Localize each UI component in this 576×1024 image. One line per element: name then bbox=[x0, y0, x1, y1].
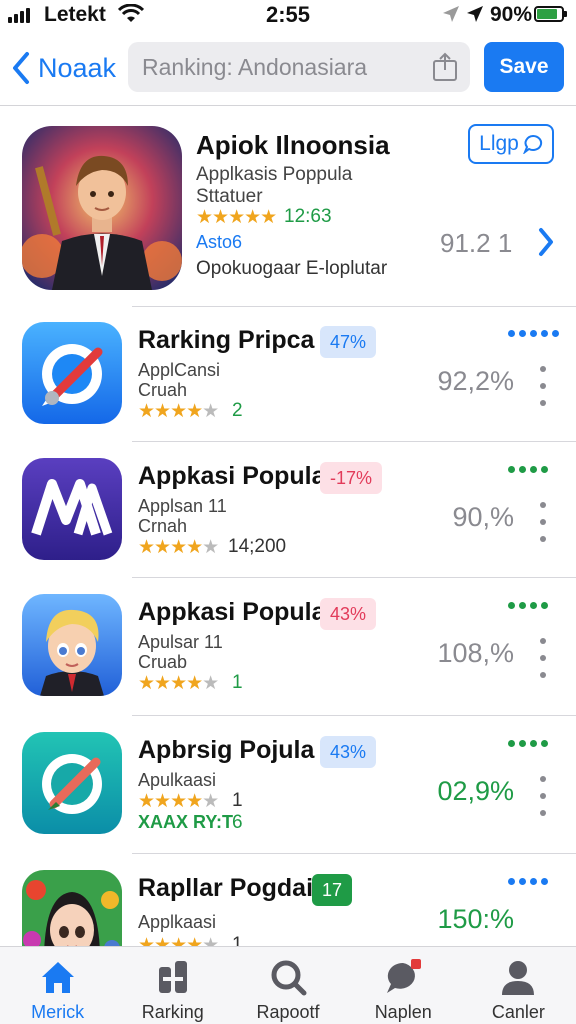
app-title: Appkasi Popula bbox=[138, 462, 326, 490]
back-label: Noaak bbox=[38, 52, 117, 83]
tab-label: Canler bbox=[491, 1002, 545, 1022]
login-label: Llgp bbox=[479, 132, 519, 155]
app-percentage: 92,2% bbox=[437, 366, 514, 396]
app-percentage: 02,9% bbox=[437, 776, 514, 806]
back-button[interactable]: Noaak bbox=[10, 50, 116, 86]
app-developer: Cruah bbox=[138, 380, 188, 400]
login-button[interactable]: Llgp bbox=[468, 124, 554, 164]
chat-bubble-icon bbox=[522, 134, 542, 154]
chat-icon bbox=[387, 959, 422, 993]
status-bar: Letekt 2:55 90% bbox=[0, 0, 576, 30]
home-icon bbox=[41, 962, 74, 993]
tab-search[interactable]: Rapootf bbox=[230, 947, 345, 1024]
search-text: Ranking: Andonasiara bbox=[142, 54, 368, 80]
app-title: Apbrsig Pojula bbox=[138, 736, 315, 764]
app-title: Rapllar Pogdain bbox=[138, 874, 329, 902]
tab-messages[interactable]: Naplen bbox=[346, 947, 461, 1024]
app-title: Appkasi Popula bbox=[138, 598, 326, 626]
extra-count: 6 bbox=[232, 812, 243, 833]
app-icon-letters bbox=[22, 458, 122, 560]
featured-app-description: Opokuogaar E-loplutar bbox=[196, 258, 388, 279]
tab-profile[interactable]: Canler bbox=[461, 947, 576, 1024]
app-icon-chat bbox=[22, 322, 122, 424]
more-options-icon[interactable] bbox=[540, 502, 546, 542]
star-rating: ★★★★★ bbox=[138, 401, 219, 422]
featured-star-rating: ★★★★★ bbox=[196, 207, 277, 228]
status-dots bbox=[508, 740, 548, 747]
featured-app-link[interactable]: Asto6 bbox=[196, 232, 242, 253]
rank-change-badge: 43% bbox=[320, 598, 377, 630]
battery-percentage: 90% bbox=[490, 3, 533, 26]
list-item[interactable]: Appkasi Popula -17% Applsan 11 Crnah ★★★… bbox=[0, 442, 576, 578]
app-icon-brush bbox=[22, 732, 122, 834]
featured-app-icon bbox=[22, 126, 182, 290]
app-icon-character bbox=[22, 594, 122, 696]
profile-icon bbox=[502, 961, 535, 995]
app-developer: Cruab bbox=[138, 652, 188, 672]
rank-change-badge: 47% bbox=[320, 326, 377, 358]
app-category: Apulkaasi bbox=[138, 770, 217, 790]
app-category: Apulsar 11 bbox=[138, 632, 223, 652]
app-category: ApplCansi bbox=[138, 360, 221, 380]
navigation-bar: Noaak Ranking: Andonasiara Save bbox=[0, 30, 576, 106]
rating-count: 1 bbox=[232, 934, 243, 946]
app-ranking-list: Apiok Ilnoonsia Applkasis Poppula Sttatu… bbox=[0, 106, 576, 946]
status-dots bbox=[508, 602, 548, 609]
more-options-icon[interactable] bbox=[540, 638, 546, 678]
battery-icon bbox=[534, 6, 567, 22]
rating-count: 2 bbox=[232, 400, 243, 421]
chevron-left-icon bbox=[13, 52, 29, 84]
tab-label: Rarking bbox=[141, 1002, 204, 1022]
more-options-icon[interactable] bbox=[540, 776, 546, 816]
rank-change-badge: -17% bbox=[320, 462, 383, 494]
status-dots bbox=[508, 878, 548, 885]
featured-app-card[interactable]: Apiok Ilnoonsia Applkasis Poppula Sttatu… bbox=[0, 106, 576, 306]
rank-change-badge: 43% bbox=[320, 736, 377, 768]
featured-app-category: Applkasis Poppula bbox=[196, 164, 353, 185]
star-rating: ★★★★★ bbox=[138, 537, 219, 558]
list-item[interactable]: Apbrsig Pojula 43% Apulkaasi ★★★★★ 1 XAA… bbox=[0, 716, 576, 852]
app-developer: XAAX RY:T bbox=[138, 812, 234, 832]
app-category: Applkaasi bbox=[138, 912, 217, 932]
search-input[interactable]: Ranking: Andonasiara bbox=[128, 42, 470, 92]
navigation-icon bbox=[467, 6, 483, 22]
more-options-icon[interactable] bbox=[540, 366, 546, 406]
star-rating: ★★★★★ bbox=[138, 673, 219, 694]
list-item[interactable]: Appkasi Popula 43% Apulsar 11 Cruab ★★★★… bbox=[0, 578, 576, 714]
tab-bar: Merick Rarking Rapootf Naplen Canler bbox=[0, 946, 576, 1024]
app-developer: Crnah bbox=[138, 516, 188, 536]
featured-rating-value: 12:63 bbox=[284, 206, 332, 227]
search-icon bbox=[271, 960, 307, 996]
list-item[interactable]: Rapllar Pogdain 17 Applkaasi ★★★★★ 1 150… bbox=[0, 854, 576, 946]
featured-percentage: 91.2 1 bbox=[440, 228, 513, 258]
featured-app-status: Sttatuer bbox=[196, 186, 263, 207]
rank-change-badge: 17 bbox=[312, 874, 353, 906]
featured-app-title: Apiok Ilnoonsia bbox=[196, 130, 390, 160]
tab-label: Merick bbox=[31, 1002, 85, 1022]
app-percentage: 150:% bbox=[437, 904, 514, 934]
app-percentage: 90,% bbox=[452, 502, 514, 532]
share-icon[interactable] bbox=[432, 52, 458, 82]
ranking-icon bbox=[158, 961, 187, 993]
rating-count: 1 bbox=[232, 672, 243, 693]
tab-label: Naplen bbox=[374, 1002, 432, 1022]
location-arrow-icon bbox=[443, 6, 459, 22]
star-rating: ★★★★★ bbox=[138, 791, 219, 812]
app-title: Rarking Pripca bbox=[138, 326, 315, 354]
tab-home[interactable]: Merick bbox=[0, 947, 115, 1024]
save-button[interactable]: Save bbox=[484, 42, 564, 92]
rating-count: 1 bbox=[232, 790, 243, 811]
rating-count: 14;200 bbox=[228, 536, 287, 557]
status-dots bbox=[508, 330, 559, 337]
app-percentage: 108,% bbox=[437, 638, 514, 668]
list-item[interactable]: Rarking Pripca 47% ApplCansi Cruah ★★★★★… bbox=[0, 306, 576, 442]
status-dots bbox=[508, 466, 548, 473]
chevron-right-icon[interactable] bbox=[536, 226, 556, 258]
tab-label: Rapootf bbox=[256, 1002, 320, 1022]
tab-ranking[interactable]: Rarking bbox=[115, 947, 230, 1024]
app-category: Applsan 11 bbox=[138, 496, 227, 516]
app-icon-girl bbox=[22, 870, 122, 946]
star-rating: ★★★★★ bbox=[138, 935, 219, 946]
